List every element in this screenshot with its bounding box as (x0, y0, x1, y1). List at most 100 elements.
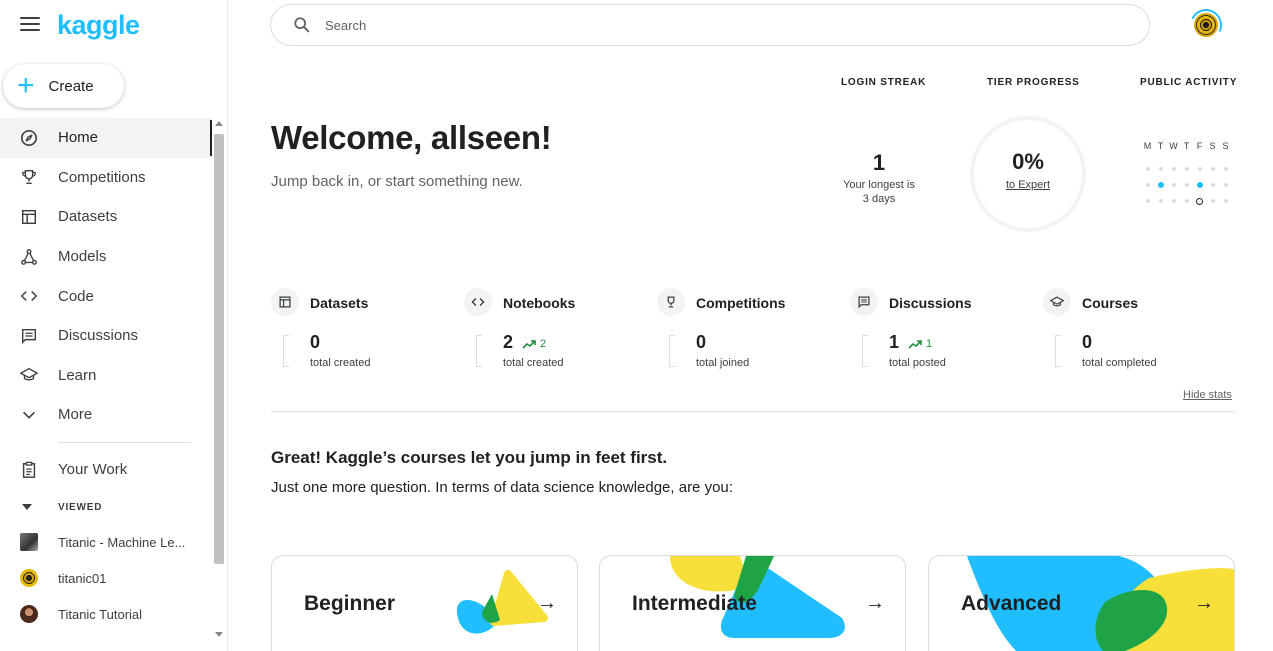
stat-sub: total posted (889, 357, 946, 369)
activity-dot-today (1196, 197, 1203, 205)
activity-cell (1206, 199, 1219, 203)
hide-stats-link[interactable]: Hide stats (1183, 389, 1232, 401)
user-avatar[interactable] (1194, 13, 1218, 37)
level-label: Intermediate (632, 592, 757, 615)
menu-icon[interactable] (20, 17, 40, 33)
level-card-advanced[interactable]: Advanced → (928, 555, 1235, 651)
activity-cell (1180, 183, 1193, 187)
activity-cell (1180, 167, 1193, 171)
courses-heading: Great! Kaggle’s courses let you jump in … (271, 448, 668, 467)
activity-dot (1184, 167, 1189, 171)
activity-cell (1167, 183, 1180, 187)
activity-dot (1145, 167, 1150, 171)
section-divider (271, 411, 1235, 412)
activity-dot (1223, 183, 1228, 187)
stat-name: Discussions (889, 295, 972, 311)
activity-dot (1184, 183, 1189, 187)
scroll-up-icon[interactable] (215, 121, 223, 126)
knowledge-question: Just one more question. In terms of data… (271, 479, 733, 496)
sidebar-item-models[interactable]: Models (0, 237, 212, 277)
code-icon (19, 286, 39, 306)
scroll-down-icon[interactable] (215, 632, 223, 637)
stat-value: 0 (310, 332, 321, 352)
viewed-item-titanic-competition[interactable]: Titanic - Machine Le... (0, 525, 212, 559)
stat-value: 1 (889, 332, 900, 352)
activity-cell (1219, 167, 1232, 171)
stat-bracket (862, 335, 868, 367)
activity-cell (1167, 199, 1180, 203)
sidebar-item-learn[interactable]: Learn (0, 356, 212, 396)
stat-bracket (476, 335, 482, 367)
models-icon (19, 247, 39, 267)
viewed-section-toggle[interactable]: VIEWED (0, 496, 212, 518)
scrollbar-thumb[interactable] (214, 134, 224, 564)
level-card-beginner[interactable]: Beginner → (271, 555, 578, 651)
stat-sub: total created (310, 357, 371, 369)
stat-sub: total completed (1082, 357, 1157, 369)
level-label: Beginner (304, 592, 396, 615)
viewed-item-titanic-tutorial[interactable]: Titanic Tutorial (0, 597, 212, 631)
activity-day-label: F (1196, 141, 1203, 151)
sidebar-item-home[interactable]: Home (0, 118, 212, 158)
activity-day-label: T (1183, 141, 1190, 151)
kaggle-logo[interactable]: kaggle (57, 10, 140, 41)
activity-cell (1141, 199, 1154, 203)
table-icon (271, 288, 299, 316)
tier-progress-header: TIER PROGRESS (987, 77, 1080, 88)
activity-cell (1180, 199, 1193, 203)
activity-cell (1141, 167, 1154, 171)
activity-cell (1219, 183, 1232, 187)
activity-grid (1141, 161, 1232, 209)
stat-trend: 1 (908, 338, 932, 350)
activity-dot (1158, 199, 1163, 203)
sidebar-item-label: Home (58, 129, 99, 147)
activity-row (1141, 177, 1232, 193)
sidebar-scrollbar[interactable] (212, 118, 226, 640)
create-button[interactable]: + Create (3, 64, 124, 108)
trending-up-icon (522, 340, 536, 349)
viewed-header: VIEWED (58, 501, 103, 513)
activity-row (1141, 193, 1232, 209)
sidebar-item-competitions[interactable]: Competitions (0, 158, 212, 198)
activity-dot (1223, 199, 1228, 203)
search-bar[interactable] (270, 4, 1150, 46)
activity-day-labels: M T W T F S S (1141, 141, 1232, 151)
level-card-intermediate[interactable]: Intermediate → (599, 555, 906, 651)
sidebar-item-your-work[interactable]: Your Work (0, 451, 212, 488)
viewed-item-label: Titanic Tutorial (58, 606, 143, 622)
sidebar-item-code[interactable]: Code (0, 276, 212, 316)
sidebar-item-label: Discussions (58, 327, 139, 345)
sidebar-divider (58, 442, 191, 443)
sidebar-item-discussions[interactable]: Discussions (0, 316, 212, 356)
stat-trend-value: 2 (540, 338, 547, 350)
activity-day-label: W (1169, 141, 1178, 151)
stat-sub: total created (503, 357, 564, 369)
school-icon (1043, 288, 1071, 316)
public-activity-header: PUBLIC ACTIVITY (1140, 77, 1238, 88)
viewed-item-titanic01[interactable]: titanic01 (0, 561, 212, 595)
clipboard-icon (19, 460, 39, 480)
login-streak-sub: Your longest is 3 days (830, 178, 928, 206)
stat-trend-value: 1 (926, 338, 933, 350)
code-icon (464, 288, 492, 316)
tier-progress-link[interactable]: to Expert (970, 179, 1086, 191)
school-icon (19, 365, 39, 385)
tier-progress-value: 0% (1012, 149, 1044, 174)
activity-cell (1154, 199, 1167, 203)
search-input[interactable] (325, 17, 1105, 33)
viewed-item-label: Titanic - Machine Le... (58, 534, 186, 550)
sidebar-item-more[interactable]: More (0, 395, 212, 435)
sidebar-item-label: Your Work (58, 461, 128, 478)
activity-day-label: S (1222, 141, 1229, 151)
table-icon (19, 207, 39, 227)
create-label: Create (48, 77, 94, 95)
trophy-icon (657, 288, 685, 316)
stat-value: 0 (696, 332, 707, 352)
sidebar: kaggle + Create Home Competitions Datase… (0, 0, 228, 651)
sidebar-item-label: Learn (58, 366, 97, 384)
activity-cell (1193, 182, 1206, 188)
activity-cell (1193, 167, 1206, 171)
sidebar-item-label: Models (58, 248, 107, 266)
activity-dot-active (1196, 182, 1203, 188)
sidebar-item-datasets[interactable]: Datasets (0, 197, 212, 237)
